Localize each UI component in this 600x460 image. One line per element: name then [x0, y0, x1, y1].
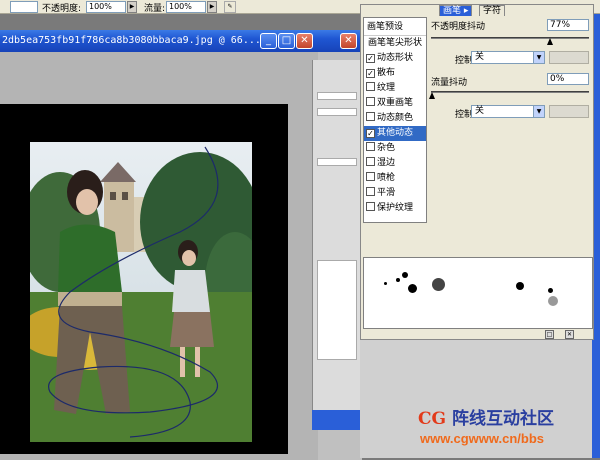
- flow-arrow-icon[interactable]: ▶: [207, 1, 217, 13]
- checkbox-icon[interactable]: [366, 187, 375, 196]
- control-select-1[interactable]: 关 ▼: [471, 51, 545, 64]
- brush-option-item[interactable]: ✓ 其他动态: [364, 126, 426, 141]
- brush-presets-item[interactable]: 画笔预设: [364, 18, 426, 36]
- settings-area: 不透明度抖动 77% 控制: 关 ▼ 流量抖动 0% 控制: 关 ▼: [429, 17, 593, 227]
- brush-stroke-preview: [363, 257, 593, 329]
- new-brush-icon[interactable]: □: [545, 330, 554, 339]
- brush-option-item[interactable]: 湿边: [364, 156, 426, 171]
- opacity-input[interactable]: 100%: [86, 1, 126, 13]
- control-disabled-field-1: [549, 51, 589, 64]
- opacity-jitter-thumb[interactable]: [547, 38, 553, 45]
- checkbox-checked-icon[interactable]: ✓: [366, 129, 375, 138]
- bg-preview: [317, 260, 357, 360]
- checkbox-icon[interactable]: [366, 172, 375, 181]
- tab-character[interactable]: 字符: [479, 5, 506, 16]
- control-disabled-field-2: [549, 105, 589, 118]
- brush-option-label: 双重画笔: [377, 98, 414, 108]
- checkbox-icon[interactable]: [366, 82, 375, 91]
- photo-image: [30, 142, 252, 442]
- opacity-jitter-input[interactable]: 77%: [547, 19, 589, 31]
- checkbox-icon[interactable]: [366, 97, 375, 106]
- control-value-2: 关: [475, 106, 485, 116]
- bg-field: [317, 108, 357, 116]
- brush-option-item[interactable]: 纹理: [364, 81, 426, 96]
- preview-dot: [548, 296, 558, 306]
- preview-dot: [548, 288, 553, 293]
- opacity-jitter-slider[interactable]: [431, 37, 589, 39]
- flow-jitter-slider[interactable]: [431, 91, 589, 93]
- brush-option-label: 动态颜色: [377, 113, 414, 123]
- flow-input[interactable]: 100%: [166, 1, 206, 13]
- watermark: CG 阵线互动社区 www.cgwww.cn/bbs: [418, 404, 600, 458]
- background-taskbar: [312, 410, 360, 430]
- chevron-down-icon[interactable]: ▼: [533, 106, 544, 117]
- brush-options-list: 画笔预设 画笔笔尖形状 ✓ 动态形状 ✓ 散布 纹理 双重画笔 动态颜色 ✓ 其他动态 杂色 湿边 喷枪…: [363, 17, 427, 223]
- brush-option-item[interactable]: 平滑: [364, 186, 426, 201]
- brush-option-label: 画笔笔尖形状: [368, 38, 423, 48]
- brush-option-item[interactable]: ✓ 动态形状: [364, 51, 426, 66]
- watermark-cg: CG: [418, 409, 447, 429]
- checkbox-checked-icon[interactable]: ✓: [366, 54, 375, 63]
- airbrush-icon[interactable]: ✎: [224, 1, 236, 13]
- brush-option-item[interactable]: ✓ 散布: [364, 66, 426, 81]
- control-value-1: 关: [475, 52, 485, 62]
- preview-dot: [402, 272, 408, 278]
- preview-dot: [396, 278, 400, 282]
- brush-option-label: 平滑: [377, 188, 396, 198]
- bg-field: [317, 158, 357, 166]
- brush-option-label: 喷枪: [377, 173, 396, 183]
- flow-jitter-input[interactable]: 0%: [547, 73, 589, 85]
- brush-option-label: 杂色: [377, 143, 396, 153]
- brush-option-item[interactable]: 画笔笔尖形状: [364, 36, 426, 51]
- tab-brushes[interactable]: 画笔 ▸: [439, 5, 473, 16]
- brush-option-label: 湿边: [377, 158, 396, 168]
- preview-dot: [516, 282, 524, 290]
- minimize-button[interactable]: _: [260, 33, 277, 49]
- brush-option-label: 散布: [377, 68, 396, 78]
- checkbox-checked-icon[interactable]: ✓: [366, 69, 375, 78]
- preview-dot: [384, 282, 387, 285]
- panel-bottom-bar: □ ✕: [361, 329, 595, 340]
- brush-option-label: 纹理: [377, 83, 396, 93]
- checkbox-icon[interactable]: [366, 112, 375, 121]
- watermark-name: 阵线互动社区: [451, 409, 554, 429]
- watermark-url: www.cgwww.cn/bbs: [420, 431, 544, 446]
- control-select-2[interactable]: 关 ▼: [471, 105, 545, 118]
- trash-icon[interactable]: ✕: [565, 330, 574, 339]
- brush-option-item[interactable]: 喷枪: [364, 171, 426, 186]
- opacity-arrow-icon[interactable]: ▶: [127, 1, 137, 13]
- maximize-button[interactable]: □: [278, 33, 295, 49]
- preview-dot: [432, 278, 445, 291]
- flow-jitter-label: 流量抖动: [431, 78, 468, 88]
- document-window: 2db5ea753fb91f786ca8b3080bbaca9.jpg @ 66…: [0, 30, 362, 460]
- watermark-title: CG 阵线互动社区: [418, 404, 554, 429]
- brush-option-label: 保护纹理: [377, 203, 414, 213]
- bg-field: [317, 92, 357, 100]
- checkbox-icon[interactable]: [366, 157, 375, 166]
- brush-option-item[interactable]: 杂色: [364, 141, 426, 156]
- checkbox-icon[interactable]: [366, 142, 375, 151]
- chevron-down-icon[interactable]: ▼: [533, 52, 544, 63]
- canvas-area[interactable]: [0, 52, 318, 460]
- brush-option-item[interactable]: 保护纹理: [364, 201, 426, 216]
- opacity-jitter-label: 不透明度抖动: [431, 22, 486, 32]
- opacity-label: 不透明度:: [42, 4, 82, 14]
- checkbox-icon[interactable]: [366, 202, 375, 211]
- close-button-back[interactable]: ✕: [340, 33, 357, 49]
- preview-dot: [408, 284, 417, 293]
- background-window: [312, 60, 360, 430]
- brush-option-item[interactable]: 动态颜色: [364, 111, 426, 126]
- close-button[interactable]: ✕: [296, 33, 313, 49]
- brush-option-label: 其他动态: [377, 128, 414, 138]
- brush-option-label: 动态形状: [377, 53, 414, 63]
- brush-option-item[interactable]: 双重画笔: [364, 96, 426, 111]
- flow-label: 流量:: [144, 4, 166, 14]
- flow-jitter-thumb[interactable]: [429, 92, 435, 99]
- brushes-panel: 画笔 ▸ 字符 画笔预设 画笔笔尖形状 ✓ 动态形状 ✓ 散布 纹理 双重画笔 动态颜色 ✓ 其他…: [360, 4, 594, 340]
- options-first-field[interactable]: [10, 1, 38, 13]
